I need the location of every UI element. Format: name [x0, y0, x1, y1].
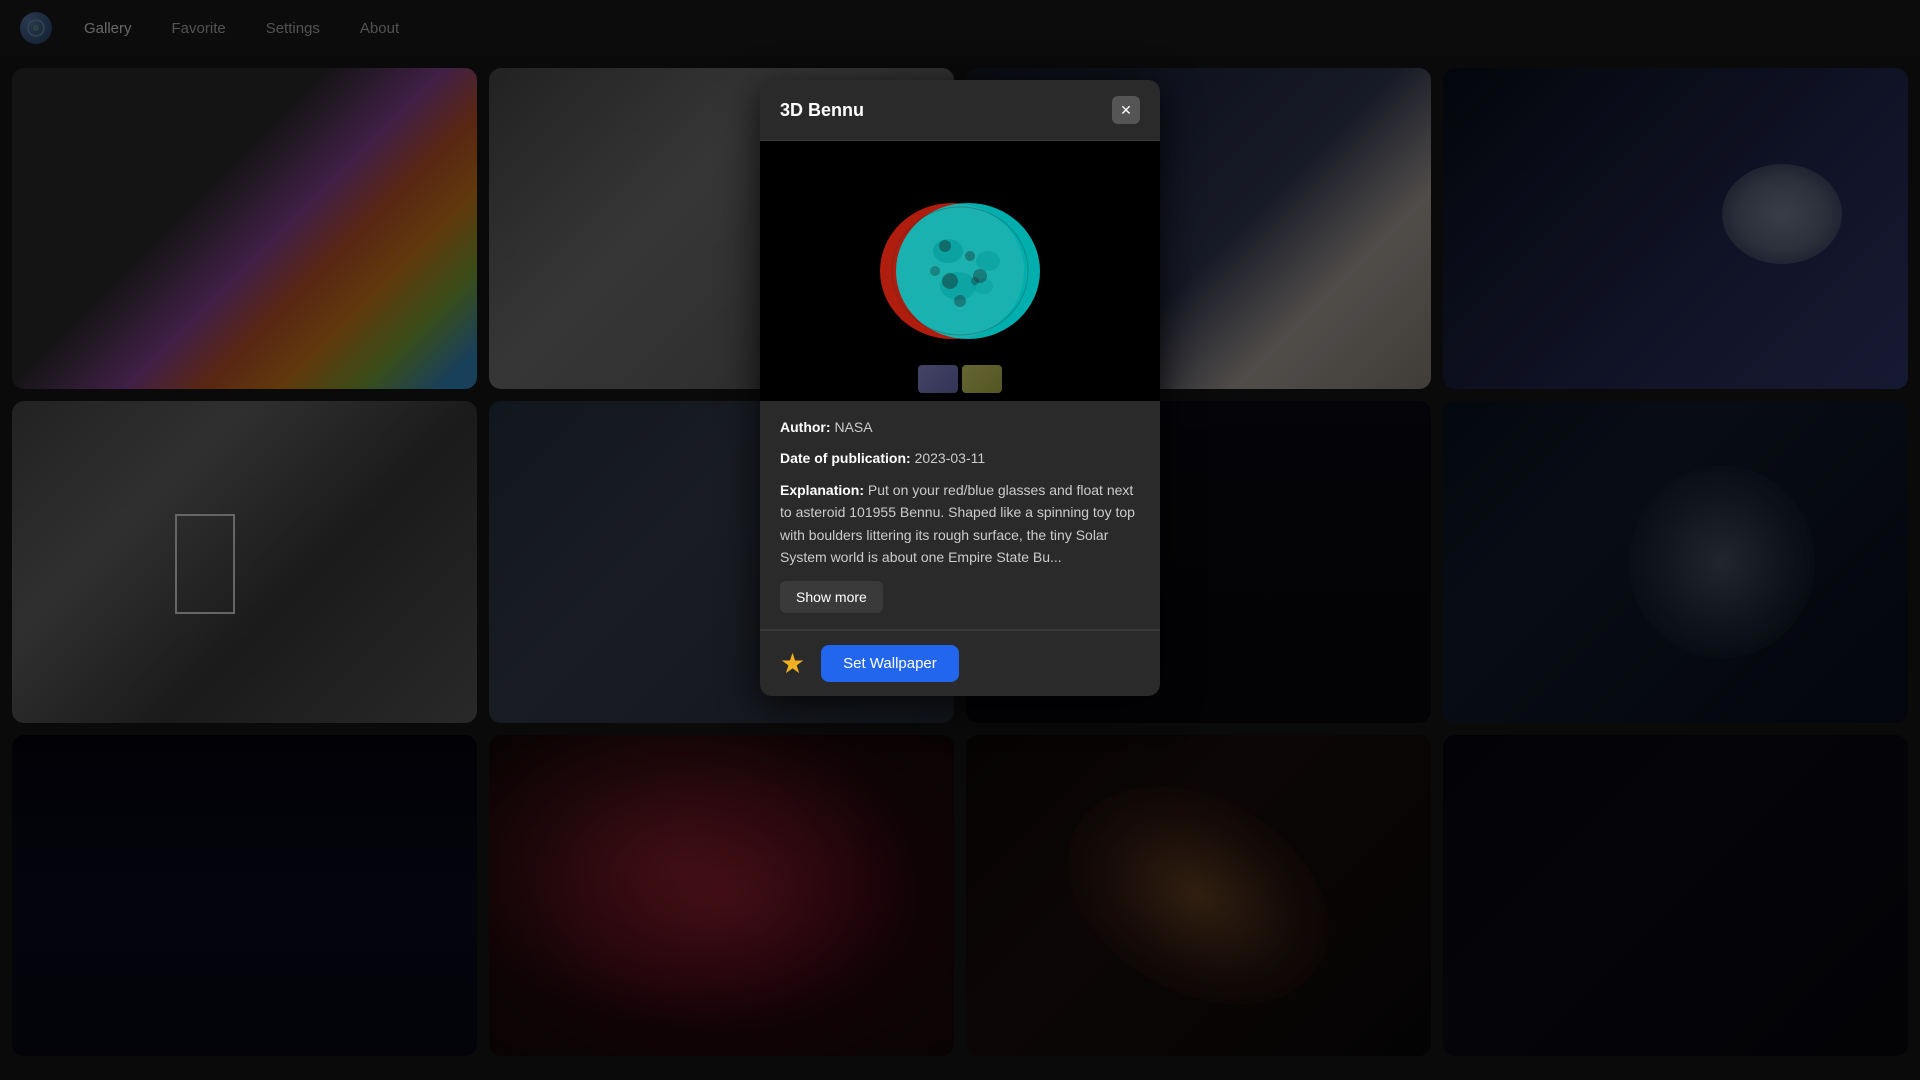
- set-wallpaper-button[interactable]: Set Wallpaper: [821, 645, 959, 682]
- modal-thumb-strip: [918, 365, 1002, 393]
- modal-close-button[interactable]: ✕: [1112, 96, 1140, 124]
- date-value: 2023-03-11: [915, 450, 986, 466]
- author-field: Author: NASA: [780, 417, 1140, 438]
- modal-overlay: 3D Bennu ✕: [0, 0, 1920, 1080]
- modal-thumb-2[interactable]: [962, 365, 1002, 393]
- modal-body: Author: NASA Date of publication: 2023-0…: [760, 401, 1160, 629]
- show-more-button[interactable]: Show more: [780, 581, 883, 613]
- modal-image-container: [760, 141, 1160, 401]
- detail-modal: 3D Bennu ✕: [760, 80, 1160, 696]
- author-label: Author:: [780, 419, 831, 435]
- modal-footer: ★ Set Wallpaper: [760, 630, 1160, 696]
- date-field: Date of publication: 2023-03-11: [780, 448, 1140, 469]
- modal-thumb-1[interactable]: [918, 365, 958, 393]
- modal-header: 3D Bennu ✕: [760, 80, 1160, 140]
- date-label: Date of publication:: [780, 450, 911, 466]
- author-value: NASA: [834, 419, 872, 435]
- bennu-image: [860, 171, 1060, 371]
- explanation-label: Explanation:: [780, 482, 864, 498]
- explanation-field: Explanation: Put on your red/blue glasse…: [780, 479, 1140, 569]
- modal-title: 3D Bennu: [780, 100, 864, 121]
- favorite-button[interactable]: ★: [780, 647, 805, 680]
